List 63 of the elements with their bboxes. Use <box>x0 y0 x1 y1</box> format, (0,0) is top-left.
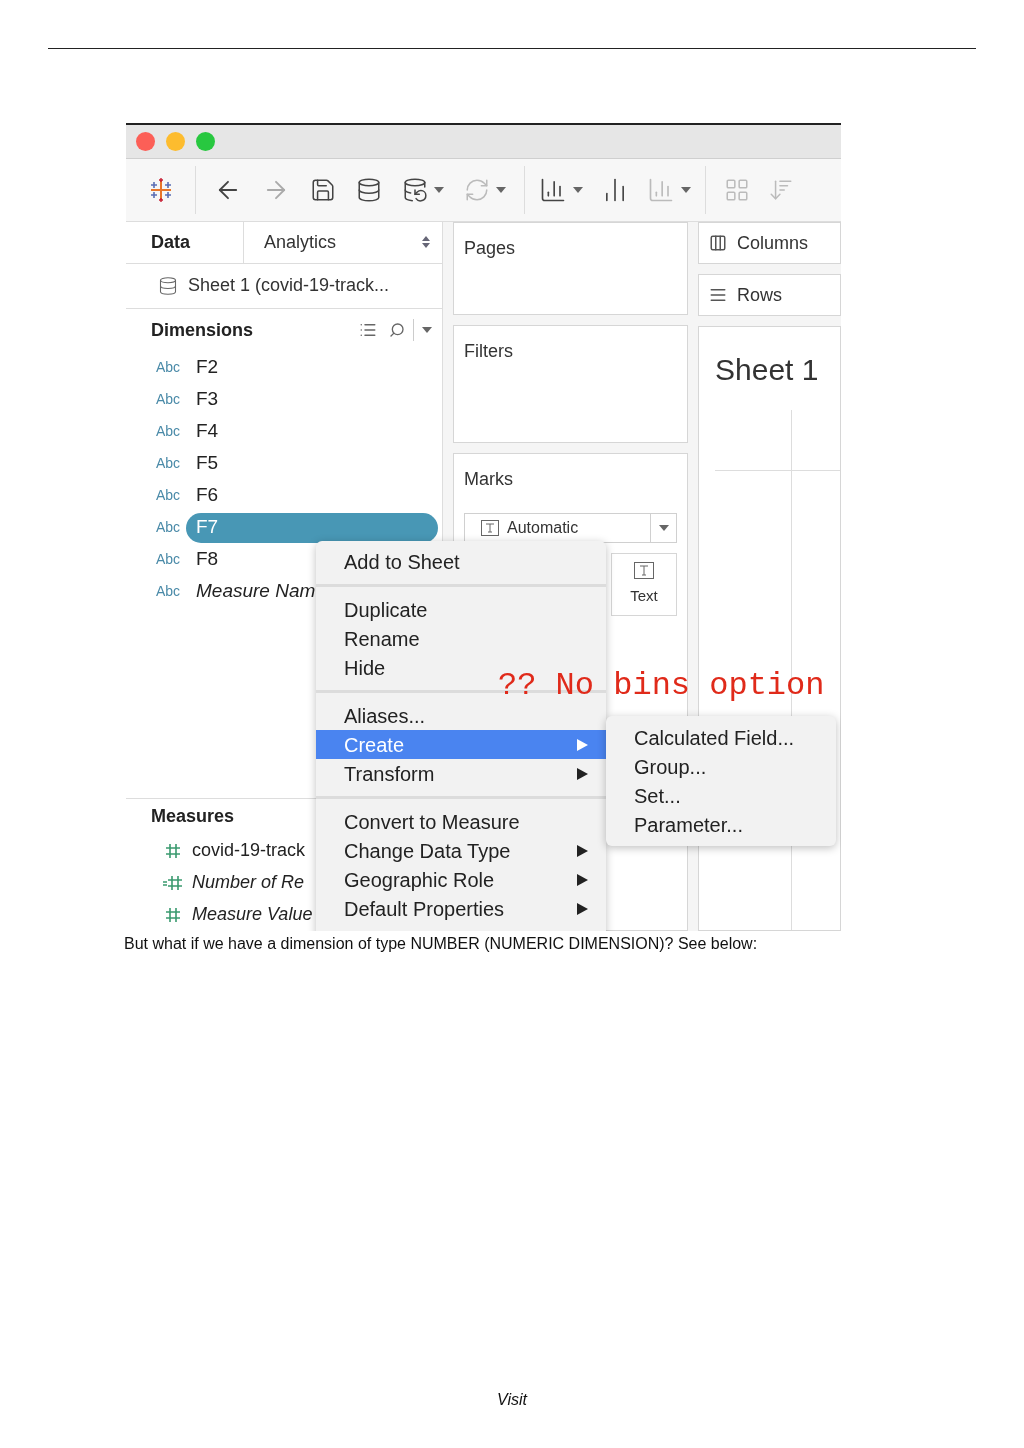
type-label: Abc <box>156 550 182 570</box>
text-mark-button[interactable]: Text <box>611 553 677 616</box>
menu-item[interactable]: Parameter... <box>606 810 836 839</box>
menu-item[interactable]: Group... <box>606 752 836 781</box>
menu-item[interactable]: Set... <box>606 781 836 810</box>
menu-item[interactable]: Default Properties <box>316 894 606 923</box>
field-pill[interactable]: F3 <box>186 384 229 415</box>
caption: But what if we have a dimension of type NUMBER (NUMERIC DIMENSION)? See below: <box>124 934 759 954</box>
data-source-name[interactable]: Sheet 1 (covid-19-track... <box>188 272 390 300</box>
field-pill[interactable]: F6 <box>186 480 229 511</box>
hash-icon <box>165 907 181 923</box>
hash-icon <box>165 843 181 859</box>
search-icon[interactable] <box>389 322 405 339</box>
field-name[interactable]: covid-19-track <box>192 837 306 865</box>
sheet-title: Sheet 1 <box>715 352 820 388</box>
field-name[interactable]: Measure Value <box>192 901 313 929</box>
caret-icon[interactable] <box>681 187 691 193</box>
caret-icon[interactable] <box>573 187 583 193</box>
shelf-title: Pages <box>464 238 516 258</box>
footer-link[interactable]: Visit <box>0 1388 1024 1412</box>
columns-icon <box>709 234 727 252</box>
field-pill[interactable]: F8 <box>186 544 229 575</box>
shelf-title: Filters <box>464 341 513 361</box>
caret-icon[interactable] <box>658 525 669 531</box>
type-label: Abc <box>156 518 182 538</box>
menu-item[interactable]: Aliases... <box>316 701 606 730</box>
text-mark-icon <box>634 561 654 579</box>
menu-item[interactable]: Duplicate <box>316 595 606 624</box>
menu-item[interactable]: Rename <box>316 624 606 653</box>
database-icon[interactable] <box>402 177 428 203</box>
type-label: Abc <box>156 486 182 506</box>
shelf-title: Columns <box>737 231 809 255</box>
caret-icon[interactable] <box>434 187 444 193</box>
caret-icon[interactable] <box>496 187 506 193</box>
data-source-icon <box>158 275 178 296</box>
type-label: Abc <box>156 454 182 474</box>
field-pill[interactable]: F4 <box>186 416 229 447</box>
type-label: Abc <box>156 582 182 602</box>
type-label: Abc <box>156 422 182 442</box>
menu-item[interactable]: Create <box>316 730 606 759</box>
annotation: ?? No bins option <box>498 670 825 702</box>
field-pill[interactable]: F5 <box>186 448 229 479</box>
menu-item[interactable]: Convert to Measure <box>316 807 606 836</box>
stepper-icon[interactable] <box>422 236 430 249</box>
calculated-hash-icon <box>163 875 183 891</box>
save-icon[interactable] <box>310 177 336 203</box>
section-heading: Measures <box>151 805 235 829</box>
menu-item[interactable]: Change Data Type <box>316 836 606 865</box>
field-name[interactable]: Number of Re <box>192 869 305 897</box>
menu-item[interactable]: Calculated Field... <box>606 723 836 752</box>
field-pill[interactable]: F2 <box>186 352 229 383</box>
menu-item[interactable]: Add to Sheet <box>316 547 606 576</box>
shelf-title: Marks <box>464 468 514 491</box>
type-label: Abc <box>156 358 182 378</box>
rows-icon <box>709 286 727 304</box>
database-icon[interactable] <box>356 177 382 203</box>
menu-item[interactable]: Geographic Role <box>316 865 606 894</box>
shelf-title: Rows <box>737 283 782 307</box>
type-label: Abc <box>156 390 182 410</box>
caret-icon[interactable] <box>422 327 432 334</box>
menu-item[interactable]: Transform <box>316 759 606 788</box>
section-heading: Dimensions <box>151 318 255 342</box>
text-mark-icon <box>481 520 499 536</box>
